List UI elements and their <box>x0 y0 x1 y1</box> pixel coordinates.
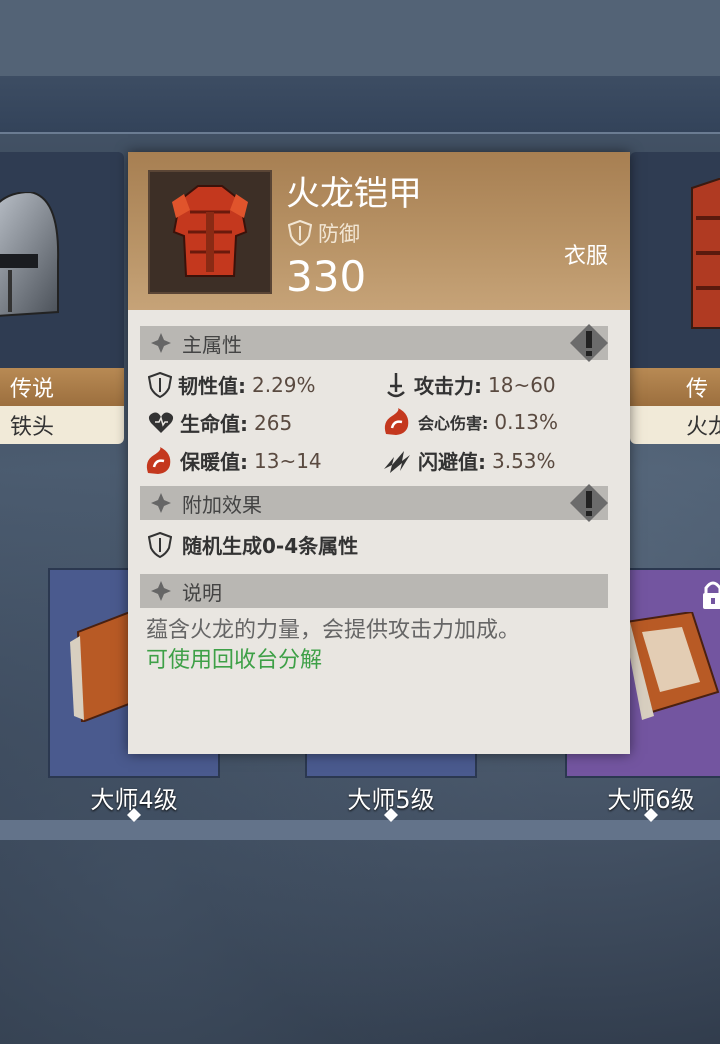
node-icon <box>644 808 658 822</box>
defense-label: 防御 <box>318 222 360 246</box>
armor-icon <box>691 178 720 329</box>
rarity-label: 传说 <box>0 368 124 406</box>
node-icon <box>384 808 398 822</box>
attribute-value: 0.13% <box>494 410 558 434</box>
defense-value: 330 <box>286 252 367 301</box>
section-title: 说明 <box>182 580 222 605</box>
defense-row: 防御 <box>288 218 360 248</box>
section-description: 说明 <box>140 574 608 608</box>
attribute-label: 攻击力: <box>414 374 482 398</box>
item-name: 铁头 <box>0 406 124 444</box>
attribute-label: 闪避值: <box>418 450 486 474</box>
item-tooltip: 火龙铠甲 防御 330 衣服 主属性 韧性值: 2.29% 攻击力: 18~60… <box>128 152 630 754</box>
alert-icon[interactable] <box>568 322 610 364</box>
attribute-health: 生命值: 265 <box>148 408 292 437</box>
heart-icon <box>148 412 174 433</box>
shield-icon <box>148 371 172 398</box>
lock-icon <box>703 581 720 609</box>
item-title: 火龙铠甲 <box>286 174 422 214</box>
attribute-dodge: 闪避值: 3.53% <box>382 446 556 475</box>
attribute-label: 保暖值: <box>180 450 248 474</box>
item-card-left[interactable]: 传说 铁头 <box>0 152 124 444</box>
dodge-icon <box>384 450 410 473</box>
fire-dragon-armor-icon <box>172 185 248 277</box>
rarity-label: 传 <box>630 368 720 406</box>
diamond-icon <box>151 493 171 513</box>
item-description: 蕴含火龙的力量，会提供攻击力加成。 <box>146 618 521 643</box>
additional-effect-row: 随机生成0-4条属性 <box>148 530 358 559</box>
master-level-label: 大师6级 <box>607 786 695 814</box>
slot-label: 衣服 <box>564 244 609 269</box>
tooltip-header: 火龙铠甲 防御 330 衣服 <box>128 152 630 310</box>
top-band <box>0 76 720 134</box>
section-main-attributes: 主属性 <box>140 324 608 362</box>
fire-icon <box>146 446 171 474</box>
sword-icon <box>387 372 405 397</box>
alert-icon[interactable] <box>568 482 610 524</box>
additional-effect-text: 随机生成0-4条属性 <box>182 534 359 558</box>
item-name: 火龙 <box>630 406 720 444</box>
attribute-toughness: 韧性值: 2.29% <box>148 370 316 399</box>
attribute-attack: 攻击力: 18~60 <box>384 370 556 399</box>
attribute-label: 韧性值: <box>178 374 246 398</box>
shield-icon <box>288 220 312 246</box>
attribute-label: 会心伤害: <box>418 414 489 433</box>
book-icon <box>70 612 134 722</box>
section-title: 主属性 <box>182 332 242 357</box>
helmet-icon <box>0 192 60 317</box>
attribute-value: 2.29% <box>252 372 316 397</box>
diamond-icon <box>151 581 171 601</box>
attribute-label: 生命值: <box>180 412 248 436</box>
attribute-value: 18~60 <box>488 372 556 397</box>
book-icon <box>624 612 720 720</box>
attribute-warmth: 保暖值: 13~14 <box>144 446 322 475</box>
item-portrait <box>148 170 272 294</box>
recycle-hint: 可使用回收台分解 <box>146 648 323 673</box>
attribute-value: 3.53% <box>492 448 556 473</box>
shield-icon <box>148 531 172 558</box>
crit-icon <box>384 408 409 435</box>
section-additional-effects: 附加效果 <box>140 484 608 522</box>
top-strip <box>0 0 720 78</box>
attribute-value: 265 <box>254 410 293 435</box>
item-card-right[interactable]: 传 火龙 <box>630 152 720 444</box>
attribute-value: 13~14 <box>254 448 322 473</box>
node-icon <box>127 808 141 822</box>
attribute-crit-damage: 会心伤害: 0.13% <box>382 408 558 436</box>
diamond-icon <box>151 333 171 353</box>
section-title: 附加效果 <box>182 492 262 517</box>
master-progress-bar <box>0 820 720 840</box>
